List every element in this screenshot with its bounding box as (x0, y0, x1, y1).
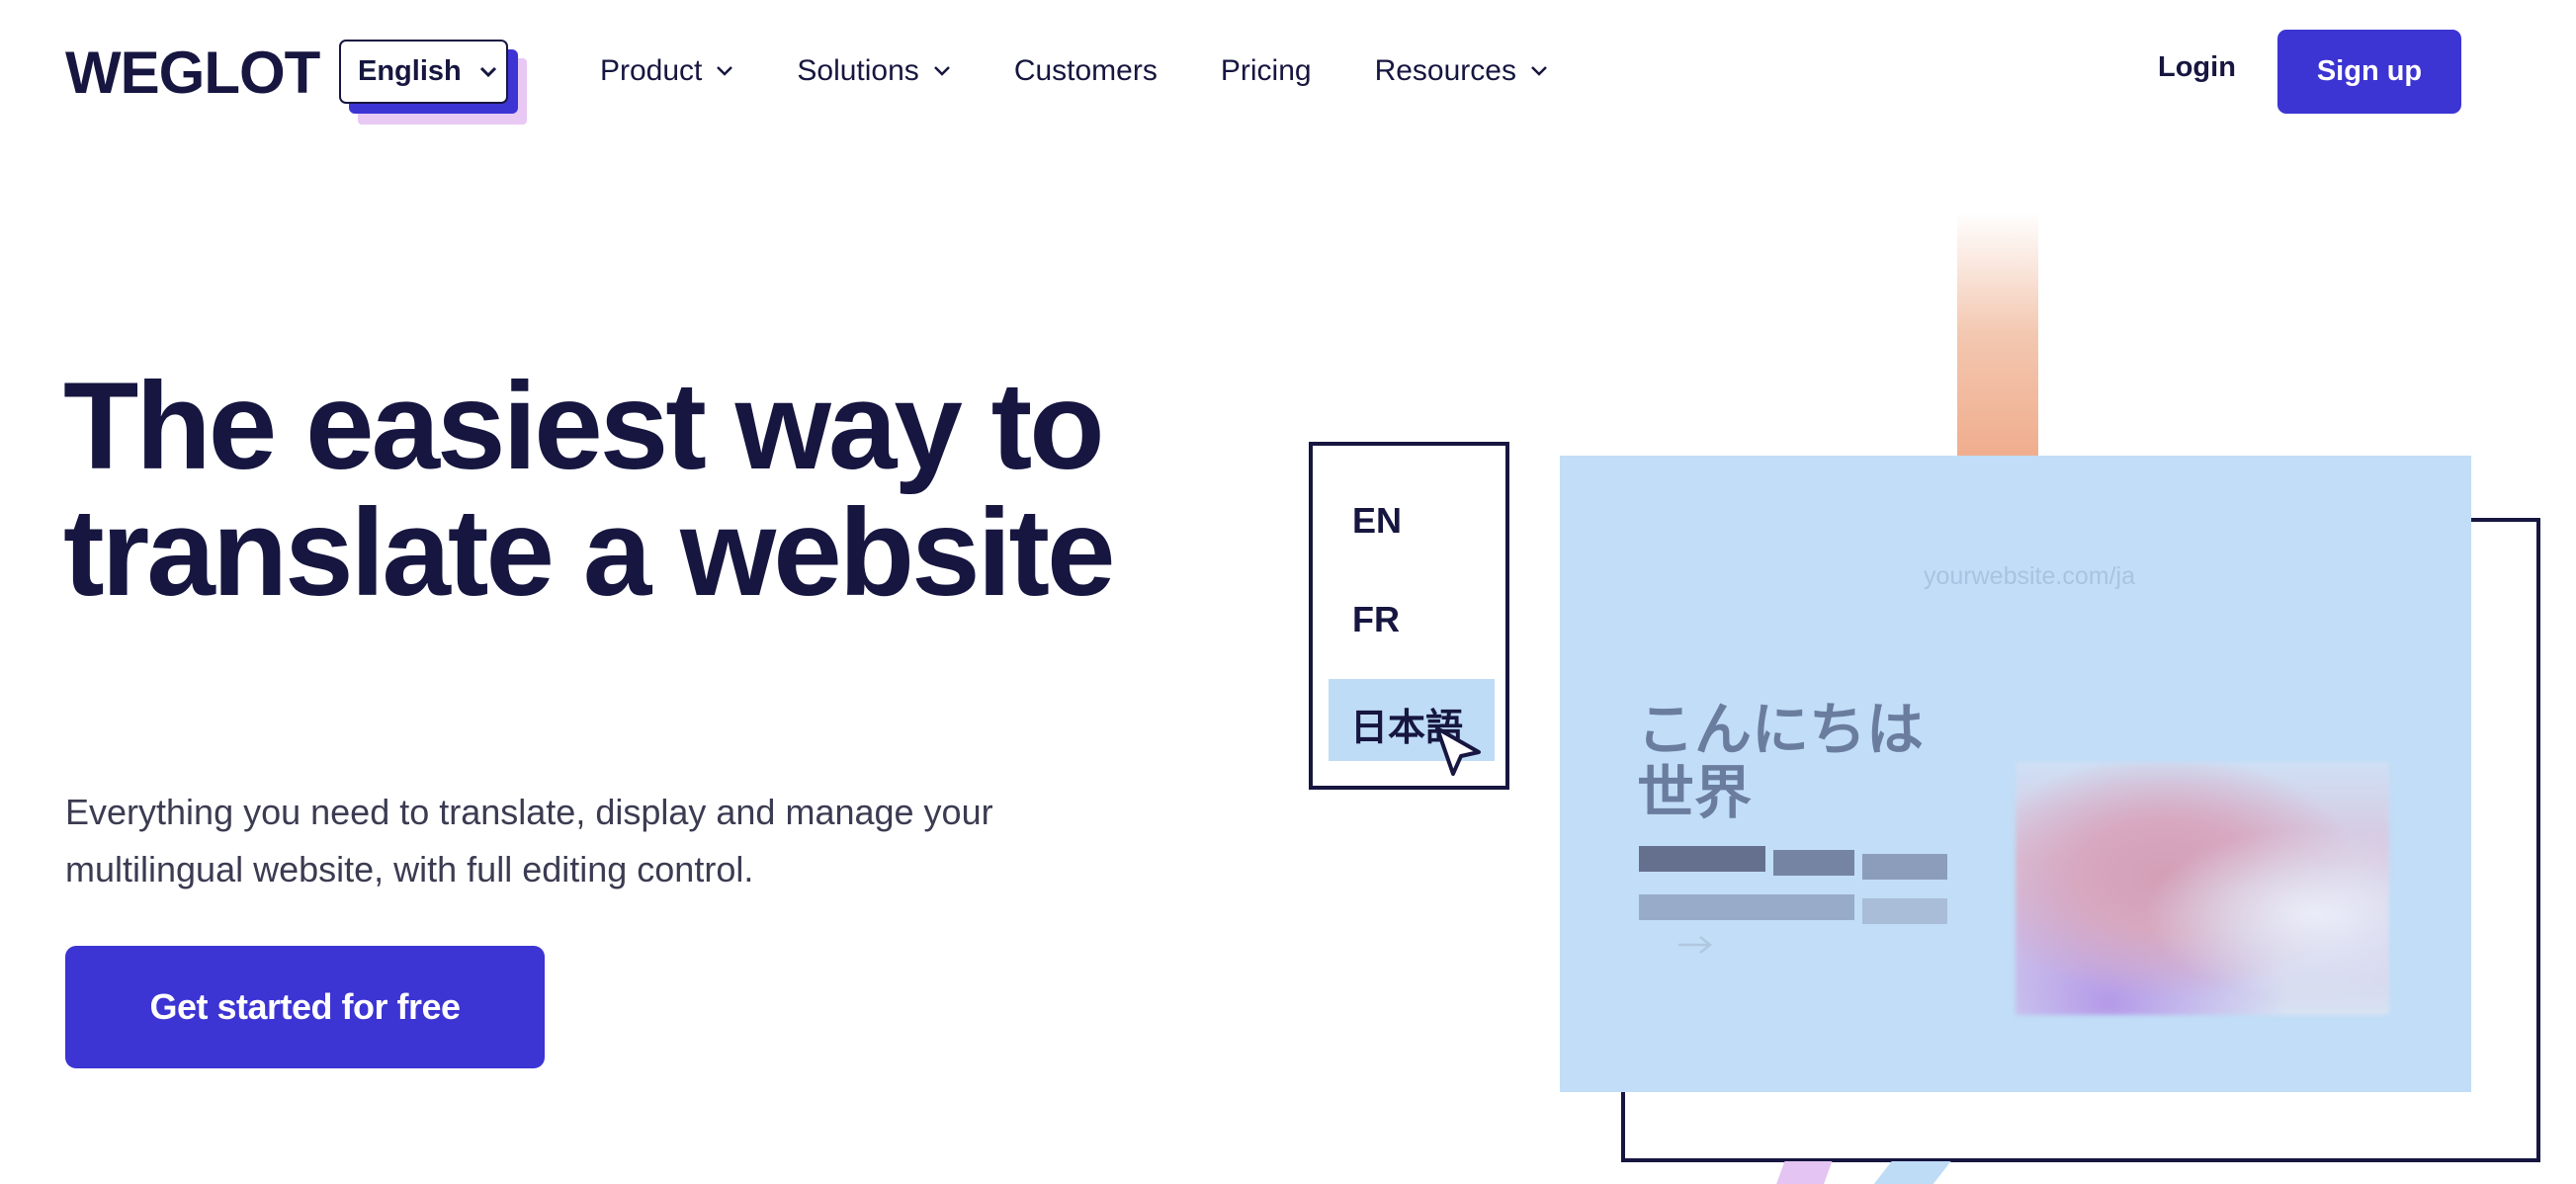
chevron-down-icon (933, 66, 950, 76)
nav-item-solutions[interactable]: Solutions (797, 54, 950, 88)
pointer-cursor-icon (1435, 726, 1481, 776)
nav-item-pricing[interactable]: Pricing (1221, 54, 1312, 88)
nav-item-product[interactable]: Product (600, 54, 733, 88)
language-option-en[interactable]: EN (1352, 500, 1402, 542)
decorative-pink-shape (1773, 1161, 1833, 1184)
signup-button[interactable]: Sign up (2277, 30, 2461, 114)
chevron-down-icon (479, 66, 496, 77)
page: WEGLOT English Product Solutions Custome… (0, 0, 2576, 1184)
chevron-down-icon (717, 66, 733, 76)
get-started-button[interactable]: Get started for free (65, 946, 545, 1068)
login-link[interactable]: Login (2158, 51, 2236, 84)
chevron-down-icon (1531, 66, 1547, 76)
arrow-right-icon (1678, 936, 1713, 954)
language-selector-button[interactable]: English (339, 40, 508, 104)
nav-item-label: Pricing (1220, 54, 1312, 87)
placeholder-text-bar (1862, 898, 1947, 924)
site-heading: こんにちは世界 (1637, 696, 1925, 826)
main-nav: Product Solutions Customers Pricing Reso… (600, 42, 1611, 101)
hero-title: The easiest way to translate a website (63, 358, 1116, 622)
placeholder-text-bar (1639, 846, 1765, 872)
site-url-text: yourwebsite.com/ja (1924, 562, 2135, 590)
placeholder-text-bar (1862, 854, 1947, 880)
nav-item-label: Product (600, 54, 703, 87)
weglot-logo[interactable]: WEGLOT (65, 38, 320, 109)
nav-item-label: Solutions (797, 54, 919, 87)
blurred-hero-image (2016, 762, 2389, 1015)
translated-site-preview: yourwebsite.com/ja こんにちは世界 (1560, 456, 2471, 1092)
nav-item-label: Customers (1013, 54, 1158, 87)
site-url: yourwebsite.com/ja (1560, 562, 2471, 591)
hero-subtitle: Everything you need to translate, displa… (65, 792, 993, 889)
language-selector-label: English (358, 55, 462, 87)
placeholder-text-bar (1639, 894, 1854, 920)
decorative-peach-bar (1957, 212, 2038, 458)
nav-item-customers[interactable]: Customers (1014, 54, 1158, 88)
nav-item-label: Resources (1374, 54, 1516, 87)
language-option-fr[interactable]: FR (1352, 599, 1400, 640)
placeholder-text-bar (1773, 850, 1854, 876)
language-selector[interactable]: English (339, 40, 527, 125)
decorative-blue-shape (1868, 1161, 1951, 1184)
nav-item-resources[interactable]: Resources (1375, 54, 1548, 88)
